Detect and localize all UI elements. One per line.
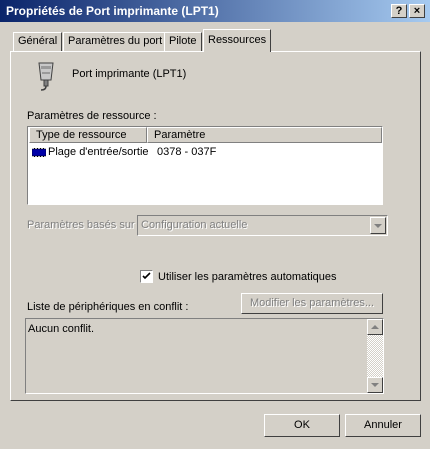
ok-button[interactable]: OK <box>264 414 340 437</box>
tab-driver[interactable]: Pilote <box>164 32 202 51</box>
auto-settings-checkbox[interactable] <box>140 270 153 283</box>
device-name: Port imprimante (LPT1) <box>72 68 187 80</box>
scroll-down-icon[interactable] <box>367 377 383 393</box>
io-range-icon <box>32 148 46 157</box>
auto-settings-label[interactable]: Utiliser les paramètres automatiques <box>158 271 337 283</box>
based-on-select[interactable]: Configuration actuelle <box>137 215 388 236</box>
title-bar: Propriétés de Port imprimante (LPT1) ? × <box>0 0 430 22</box>
conflict-info: Aucun conflit. <box>25 318 384 394</box>
column-header-type[interactable]: Type de ressource <box>29 127 147 143</box>
parallel-port-icon <box>38 62 54 91</box>
dropdown-arrow-icon[interactable] <box>370 217 386 234</box>
window-title: Propriétés de Port imprimante (LPT1) <box>6 4 219 18</box>
resource-list[interactable]: Type de ressource Paramètre Plage d'entr… <box>27 126 383 205</box>
table-row[interactable]: Plage d'entrée/sortie 0378 - 037F <box>28 145 382 161</box>
tab-general[interactable]: Général <box>13 32 63 51</box>
modify-settings-button[interactable]: Modifier les paramètres... <box>241 293 383 314</box>
conflict-list-label: Liste de périphériques en conflit : <box>27 301 189 313</box>
cancel-button[interactable]: Annuler <box>345 414 421 437</box>
based-on-value: Configuration actuelle <box>141 219 248 231</box>
tab-label: Pilote <box>169 35 197 47</box>
help-button[interactable]: ? <box>391 4 407 18</box>
tab-label: Ressources <box>208 34 267 46</box>
based-on-label: Paramètres basés sur : <box>27 219 141 231</box>
column-header-setting[interactable]: Paramètre <box>147 127 382 143</box>
tab-resources[interactable]: Ressources <box>203 29 272 52</box>
modify-settings-label: Modifier les paramètres... <box>249 297 375 309</box>
scroll-up-icon[interactable] <box>367 319 383 335</box>
scrollbar[interactable] <box>367 319 383 393</box>
tab-label: Paramètres du port <box>68 35 163 47</box>
resource-type-cell: Plage d'entrée/sortie <box>48 146 149 158</box>
tab-port-settings[interactable]: Paramètres du port <box>63 32 168 51</box>
close-button[interactable]: × <box>409 4 425 18</box>
tab-label: Général <box>18 35 58 47</box>
resource-value-cell: 0378 - 037F <box>157 146 217 158</box>
conflict-text: Aucun conflit. <box>28 323 95 335</box>
resource-settings-label: Paramètres de ressource : <box>27 110 157 122</box>
checkmark-icon <box>142 272 151 280</box>
